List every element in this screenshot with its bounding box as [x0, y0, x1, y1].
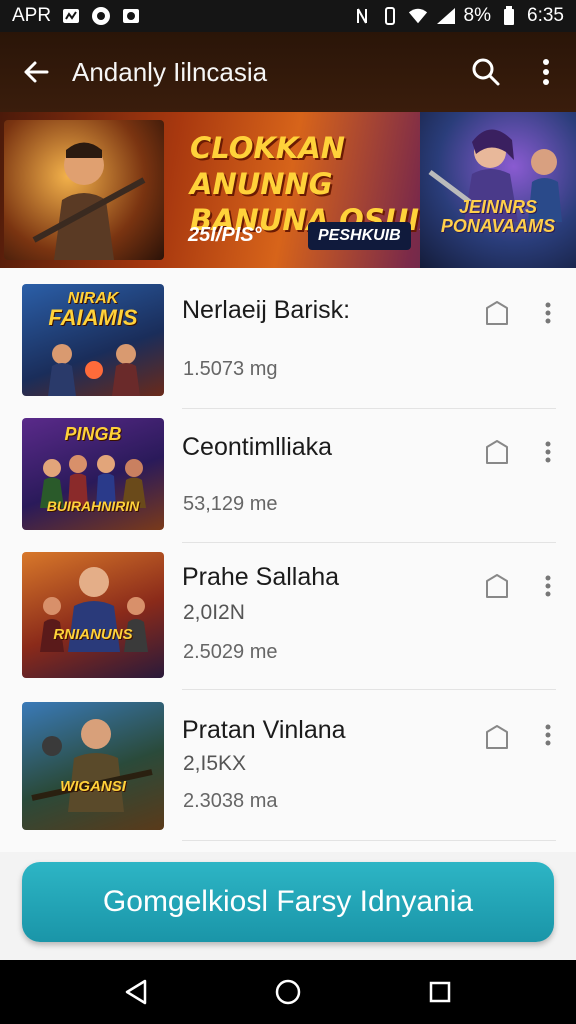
thumbnail-title-line1: WIGANSI	[60, 778, 126, 795]
thumbnail-title: NIRAK FAIAMIS	[28, 290, 158, 329]
item-more-button[interactable]	[536, 718, 560, 752]
item-size: 2.5029 me	[183, 641, 278, 663]
item-size: 2.3038 ma	[183, 790, 278, 812]
bookmark-icon	[486, 574, 508, 598]
more-vert-icon	[545, 302, 551, 324]
banner-chip: PESHKUIB	[308, 222, 411, 250]
status-right: 8% 6:35	[352, 5, 564, 27]
bookmark-button[interactable]	[480, 435, 514, 469]
item-more-button[interactable]	[536, 296, 560, 330]
nav-recents-button[interactable]	[420, 972, 460, 1012]
home-circle-icon	[275, 979, 301, 1005]
status-left: APR	[12, 5, 141, 27]
item-count: 2,I5KX	[183, 752, 247, 775]
more-options-button[interactable]	[516, 32, 576, 112]
list-item[interactable]: RNIANUNS Prahe Sallaha 2,0I2N 2.5029 me	[0, 543, 576, 690]
item-more-button[interactable]	[536, 569, 560, 603]
bookmark-button[interactable]	[480, 720, 514, 754]
list-item[interactable]: PINGB BUIRAHNIRIN Ceontimlliaka 53,129 m…	[0, 409, 576, 543]
system-nav-bar	[0, 960, 576, 1024]
banner-price: 25I/PIS°	[188, 224, 262, 246]
battery-percent: 8%	[463, 5, 492, 26]
item-size: 1.5073 mg	[183, 358, 278, 380]
list-item[interactable]: WIGANSI Pratan Vinlana 2,I5KX 2.3038 ma	[0, 690, 576, 841]
notification-icon	[61, 6, 81, 26]
item-size: 53,129 me	[183, 493, 278, 515]
bookmark-button[interactable]	[480, 296, 514, 330]
banner-headline-line1: CLOKKAN ANUNNG	[190, 131, 346, 201]
nav-back-button[interactable]	[116, 972, 156, 1012]
recents-square-icon	[429, 981, 451, 1003]
nfc-icon	[352, 6, 372, 26]
signal-icon	[436, 6, 456, 26]
carrier-label: APR	[12, 5, 52, 26]
more-vert-icon	[545, 441, 551, 463]
banner-hero-image	[4, 120, 164, 260]
search-icon	[472, 58, 500, 86]
game-list: NIRAK FAIAMIS Nerlaeij Barisk: 1.5073 mg…	[0, 268, 576, 852]
divider	[182, 840, 556, 841]
banner-logo-line1: JEINNRS	[458, 197, 538, 217]
vibrate-icon	[380, 6, 400, 26]
thumbnail-title-line1: PINGB	[64, 424, 122, 444]
app-icon	[91, 6, 111, 26]
game-thumbnail: RNIANUNS	[22, 552, 164, 678]
list-item[interactable]: NIRAK FAIAMIS Nerlaeij Barisk: 1.5073 mg	[0, 268, 576, 409]
game-thumbnail: PINGB BUIRAHNIRIN	[22, 418, 164, 530]
more-vert-icon	[545, 724, 551, 746]
promo-banner[interactable]: CLOKKAN ANUNNG BANUNA OSUII 25I/PIS° PES…	[0, 112, 576, 268]
more-vert-icon	[545, 575, 551, 597]
bookmark-icon	[486, 725, 508, 749]
item-title: Prahe Sallaha	[182, 563, 340, 591]
page-title: Andanly Iilncasia	[72, 56, 268, 87]
thumbnail-title-line2: BUIRAHNIRIN	[46, 498, 140, 514]
wifi-icon	[408, 6, 428, 26]
image-icon	[121, 6, 141, 26]
game-thumbnail: NIRAK FAIAMIS	[22, 284, 164, 396]
more-vert-icon	[543, 59, 549, 85]
arrow-back-icon	[24, 61, 49, 83]
banner-logo: JEINNRS PONAVAAMS	[428, 198, 568, 236]
bookmark-button[interactable]	[480, 569, 514, 603]
item-title: Nerlaeij Barisk:	[182, 296, 351, 324]
banner-logo-line2: PONAVAAMS	[440, 216, 556, 236]
primary-action-button[interactable]: Gomgelkiosl Farsy Idnyania	[22, 862, 554, 942]
item-title: Pratan Vinlana	[182, 716, 346, 744]
item-more-button[interactable]	[536, 435, 560, 469]
search-button[interactable]	[456, 32, 516, 112]
banner-characters-image	[420, 112, 576, 268]
item-count: 2,0I2N	[183, 601, 245, 624]
back-button[interactable]	[0, 32, 72, 112]
thumbnail-title-line2: FAIAMIS	[48, 305, 138, 330]
battery-icon	[499, 6, 519, 26]
item-title: Ceontimlliaka	[182, 433, 333, 461]
game-thumbnail: WIGANSI	[22, 702, 164, 830]
status-bar: APR 8% 6:35	[0, 0, 576, 32]
app-bar: Andanly Iilncasia	[0, 32, 576, 112]
bookmark-icon	[486, 440, 508, 464]
clock: 6:35	[527, 5, 564, 26]
nav-home-button[interactable]	[268, 972, 308, 1012]
thumbnail-title-line1: RNIANUNS	[53, 626, 133, 643]
bookmark-icon	[486, 301, 508, 325]
back-triangle-icon	[125, 979, 147, 1005]
